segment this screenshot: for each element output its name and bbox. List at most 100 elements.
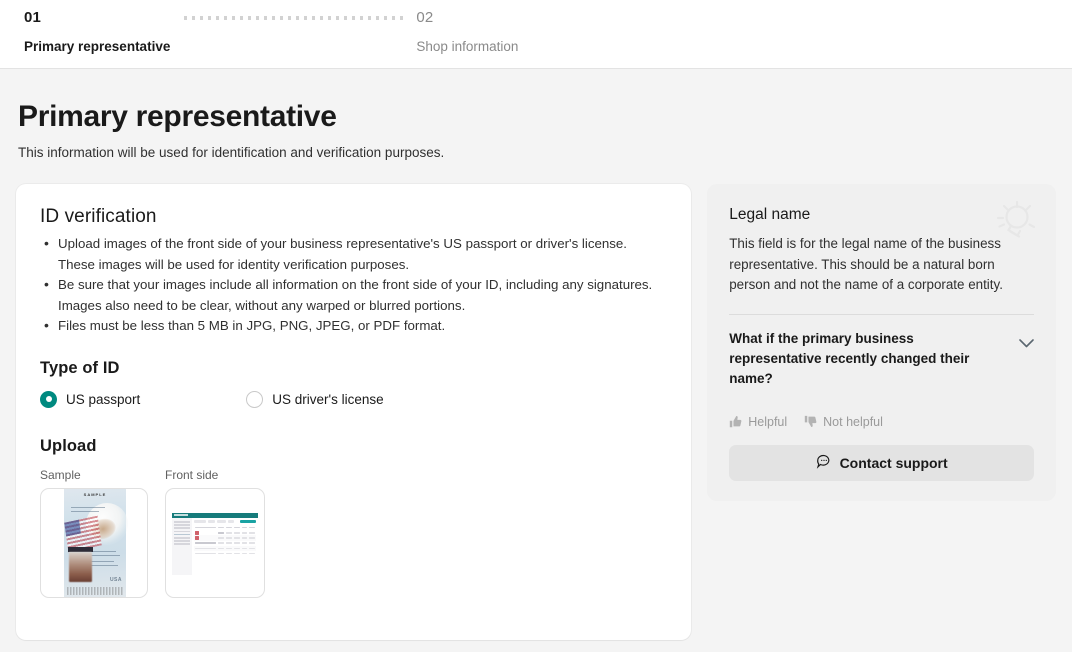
screenshot-cell <box>249 542 255 544</box>
chevron-down-icon[interactable] <box>1019 335 1034 353</box>
page-title: Primary representative <box>18 100 337 133</box>
screenshot-table-row <box>194 551 256 556</box>
upload-sample-caption: Sample <box>40 467 81 482</box>
page-body: Primary representative This information … <box>0 98 1072 640</box>
thumbs-down-icon <box>804 415 817 428</box>
stepper-connector <box>184 9 407 27</box>
passport-country-label: USA <box>109 576 122 583</box>
screenshot-cell <box>226 552 232 555</box>
screenshot-sidebar-line <box>174 543 190 545</box>
passport-mrz-strip <box>67 586 123 595</box>
step-2-number: 02 <box>416 9 434 26</box>
radio-dot-icon <box>40 390 57 408</box>
screenshot-sidebar-line <box>174 533 190 536</box>
screenshot-cell <box>218 547 224 550</box>
screenshot-toolbar-chip <box>194 519 206 523</box>
upload-thumbnails: Sample SAMPLE USA Front side <box>40 468 667 598</box>
id-verification-bullets: Upload images of the front side of your … <box>40 233 667 337</box>
screenshot-cell <box>241 531 248 534</box>
type-of-id-label: Type of ID <box>40 358 120 377</box>
screenshot-sidebar-line <box>174 530 190 533</box>
upload-sample: Sample SAMPLE USA <box>40 468 148 598</box>
upload-front-side-thumbnail[interactable] <box>165 487 265 598</box>
passport-text-line <box>71 506 105 508</box>
radio-us-passport-label: US passport <box>66 391 141 407</box>
screenshot-cell <box>226 531 232 534</box>
helpful-button[interactable]: Helpful <box>729 415 787 429</box>
screenshot-cell <box>218 526 224 529</box>
screenshot-sidebar-line <box>174 521 190 523</box>
passport-text-line <box>71 510 99 512</box>
stepper-header: 01 Primary representative 02 Shop inform… <box>0 0 1072 69</box>
screenshot-cell <box>195 526 217 529</box>
screenshot-topbar <box>172 512 258 518</box>
screenshot-main <box>192 517 258 575</box>
step-2[interactable]: 02 Shop information <box>416 9 518 55</box>
screenshot-sidebar-line <box>174 524 190 526</box>
step-1[interactable]: 01 Primary representative <box>24 9 170 55</box>
radio-us-drivers-license[interactable]: US driver's license <box>246 390 384 408</box>
feedback-row: Helpful Not helpful <box>729 415 1034 429</box>
upload-front-side-caption: Front side <box>165 467 219 482</box>
screenshot-toolbar-chip <box>208 519 215 523</box>
not-helpful-label: Not helpful <box>823 414 883 429</box>
screenshot-cell <box>249 526 255 529</box>
screenshot-body <box>172 517 258 575</box>
screenshot-cell <box>249 537 255 539</box>
id-verification-card: ID verification Upload images of the fro… <box>16 184 692 640</box>
id-verification-heading: ID verification <box>40 206 157 227</box>
screenshot-cell <box>233 552 240 555</box>
radio-dot-icon <box>246 390 264 408</box>
uploaded-id-screenshot-image <box>172 512 258 575</box>
radio-us-passport[interactable]: US passport <box>40 390 141 408</box>
faq-accordion-item[interactable]: What if the primary business representat… <box>729 329 1034 389</box>
screenshot-cell <box>218 531 224 534</box>
step-2-label: Shop information <box>416 39 519 54</box>
step-1-label: Primary representative <box>24 39 171 54</box>
screenshot-cell <box>195 530 199 535</box>
upload-front-side: Front side <box>165 468 265 598</box>
help-panel-divider <box>729 313 1034 315</box>
us-passport-sample-image: SAMPLE USA <box>64 488 128 597</box>
bullet-item: Upload images of the front side of your … <box>44 233 667 275</box>
page-subtitle: This information will be used for identi… <box>18 145 445 160</box>
screenshot-sidebar-line <box>174 540 190 542</box>
screenshot-cell <box>218 552 224 555</box>
type-of-id-radio-group: US passport US driver's license <box>40 390 667 408</box>
help-panel: Legal name This field is for the legal n… <box>707 184 1056 501</box>
lightbulb-icon <box>986 190 1044 253</box>
screenshot-sidebar-line <box>174 537 190 539</box>
screenshot-cell <box>241 526 248 529</box>
screenshot-cell <box>249 531 255 534</box>
contact-support-button[interactable]: Contact support <box>729 444 1034 481</box>
stepper: 01 Primary representative 02 Shop inform… <box>0 0 1072 55</box>
screenshot-cell <box>195 542 217 544</box>
screenshot-primary-button <box>240 519 256 523</box>
screenshot-cell <box>241 552 248 555</box>
step-1-number: 01 <box>24 9 42 26</box>
screenshot-cell <box>241 537 248 539</box>
screenshot-cell <box>249 552 255 555</box>
upload-sample-thumbnail[interactable]: SAMPLE USA <box>40 487 148 598</box>
screenshot-cell <box>226 526 232 529</box>
screenshot-sidebar-line <box>174 527 190 530</box>
stepper-connector-dots <box>184 16 407 20</box>
screenshot-cell <box>233 547 240 550</box>
screenshot-table <box>194 525 256 556</box>
upload-label: Upload <box>40 436 97 455</box>
passport-photo <box>69 551 92 582</box>
faq-question: What if the primary business representat… <box>729 330 970 386</box>
screenshot-cell <box>195 535 199 540</box>
contact-support-label: Contact support <box>839 454 948 471</box>
screenshot-cell <box>226 537 232 539</box>
screenshot-cell <box>226 547 232 550</box>
screenshot-toolbar <box>194 519 256 523</box>
content-columns: ID verification Upload images of the fro… <box>16 184 1056 640</box>
not-helpful-button[interactable]: Not helpful <box>804 415 883 429</box>
thumbs-up-icon <box>730 415 742 428</box>
passport-photo-header <box>68 546 93 552</box>
screenshot-cell <box>226 542 232 544</box>
chat-bubble-icon <box>816 453 832 472</box>
screenshot-cell <box>241 542 248 544</box>
screenshot-cell <box>233 537 240 539</box>
